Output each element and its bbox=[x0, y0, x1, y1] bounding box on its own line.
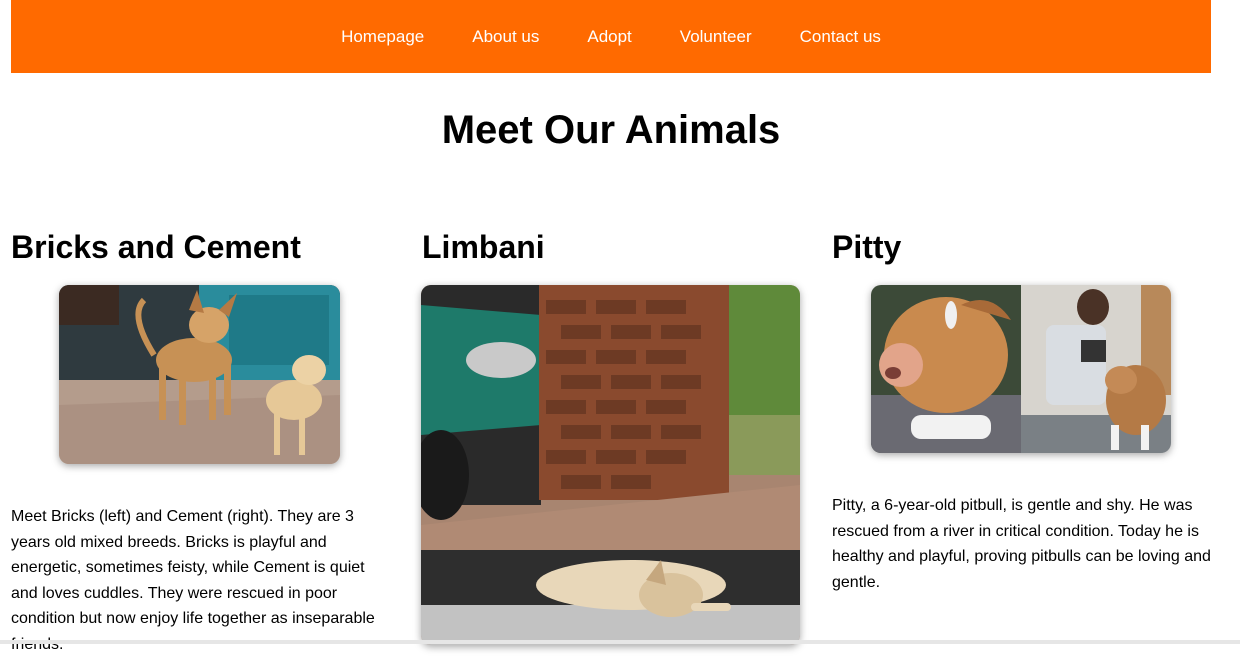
animal-name: Bricks and Cement bbox=[11, 229, 301, 265]
nav-volunteer-link[interactable]: Volunteer bbox=[680, 27, 752, 47]
nav-about-link[interactable]: About us bbox=[472, 27, 539, 47]
top-navbar: Homepage About us Adopt Volunteer Contac… bbox=[11, 0, 1211, 73]
horizontal-scrollbar[interactable] bbox=[0, 640, 1240, 644]
nav-homepage-link[interactable]: Homepage bbox=[341, 27, 424, 47]
animal-card-pitty: Pitty bbox=[832, 228, 1212, 266]
nav-adopt-link[interactable]: Adopt bbox=[587, 27, 631, 47]
bricks-cement-photo bbox=[59, 285, 340, 464]
animal-description: Meet Bricks (left) and Cement (right). T… bbox=[11, 508, 375, 653]
animal-description: Pitty, a 6-year-old pitbull, is gentle a… bbox=[832, 497, 1211, 591]
limbani-photo bbox=[421, 285, 800, 645]
animal-name: Limbani bbox=[422, 229, 545, 265]
animal-card-limbani: Limbani bbox=[422, 228, 802, 266]
animal-name: Pitty bbox=[832, 229, 902, 265]
page-title: Meet Our Animals bbox=[441, 108, 781, 152]
animal-card-bricks-cement: Bricks and Cement bbox=[11, 228, 391, 266]
nav-contact-link[interactable]: Contact us bbox=[800, 27, 881, 47]
pitty-photo bbox=[871, 285, 1171, 453]
